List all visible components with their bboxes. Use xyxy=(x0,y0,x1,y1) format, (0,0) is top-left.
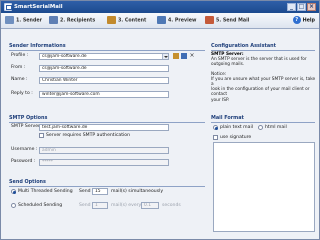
from-label: From : xyxy=(11,65,26,70)
signature-memo[interactable] xyxy=(213,142,315,232)
use-signature-checkbox[interactable] xyxy=(213,135,218,140)
multi-suffix-label: mail(s) simultaneously xyxy=(111,189,164,194)
content-icon xyxy=(107,16,116,24)
step-send-mail[interactable]: 5. Send Mail xyxy=(205,16,249,26)
name-field[interactable]: Christian Winter xyxy=(39,77,169,84)
smtp-auth-label: Server requires SMTP authentication xyxy=(46,133,131,138)
close-button[interactable]: × xyxy=(307,3,316,11)
config-section-title: Configuration Assistant xyxy=(211,43,276,49)
step-sender[interactable]: 1. Sender xyxy=(5,16,42,26)
sched-send-label: Send xyxy=(79,203,91,208)
scheduled-radio[interactable] xyxy=(11,203,16,208)
reply-to-label: Reply to : xyxy=(11,91,33,96)
profile-dropdown[interactable]: cs@jam-software.de xyxy=(39,53,169,60)
send-mail-icon xyxy=(205,16,214,24)
smtp-auth-checkbox[interactable] xyxy=(39,133,44,138)
window-title: SmartSerialMail xyxy=(14,4,63,10)
multi-threaded-radio[interactable] xyxy=(11,189,16,194)
smtp-server-value: test.jam-software.de xyxy=(42,125,88,130)
smtp-server-field[interactable]: test.jam-software.de xyxy=(39,124,169,131)
help-button[interactable]: ? Help xyxy=(292,16,315,27)
profile-label: Profile : xyxy=(11,53,29,58)
save-icon[interactable] xyxy=(181,53,187,59)
folder-icon[interactable] xyxy=(173,53,179,59)
main-window: SmartSerialMail _ □ × 1. Sender 2. Recip… xyxy=(0,0,320,240)
sched-mid-label: mail(s) every xyxy=(111,203,142,208)
config-section-divider xyxy=(211,50,315,51)
html-mail-label: html mail xyxy=(265,125,287,130)
help-icon: ? xyxy=(292,16,301,24)
title-bar: SmartSerialMail _ □ × xyxy=(1,1,319,13)
send-section-divider xyxy=(9,186,205,187)
plain-text-label: plain text mail xyxy=(220,125,254,130)
multi-send-label: Send xyxy=(79,189,91,194)
username-label: Username : xyxy=(11,147,38,152)
mail-format-section-title: Mail Format xyxy=(211,115,244,121)
step-recipients[interactable]: 2. Recipients xyxy=(49,16,95,26)
from-field[interactable]: cs@jam-software.de xyxy=(39,65,169,72)
scheduled-label: Scheduled Sending xyxy=(18,203,63,208)
config-line4: look in the configuration of your mail c… xyxy=(211,87,310,98)
send-section-title: Send Options xyxy=(9,179,46,185)
multi-threaded-label: Multi Threaded Sending xyxy=(18,189,73,194)
chevron-down-icon[interactable] xyxy=(162,54,168,59)
name-label: Name : xyxy=(11,77,28,82)
delete-icon[interactable]: × xyxy=(189,53,195,59)
username-field[interactable]: admin xyxy=(39,147,169,154)
step-content[interactable]: 3. Content xyxy=(107,16,146,26)
mail-format-section-divider xyxy=(211,122,315,123)
reply-to-value: winter@jam-software.com xyxy=(42,92,100,97)
multi-count-spinner[interactable]: 15 xyxy=(92,188,108,195)
config-line5: your ISP. xyxy=(211,97,230,103)
sched-count-value: 1 xyxy=(95,203,98,208)
html-mail-radio[interactable] xyxy=(258,125,263,130)
recipients-icon xyxy=(49,16,58,24)
step-preview[interactable]: 4. Preview xyxy=(157,16,196,26)
sched-interval-value: 0.1 xyxy=(144,203,151,208)
plain-text-radio[interactable] xyxy=(213,125,218,130)
preview-icon xyxy=(157,16,166,24)
profile-value: cs@jam-software.de xyxy=(42,54,87,59)
sched-interval-spinner[interactable]: 0.1 xyxy=(141,202,159,209)
minimize-button[interactable]: _ xyxy=(287,3,296,11)
password-field[interactable]: ***** xyxy=(39,159,169,166)
sender-section-divider xyxy=(9,50,205,51)
password-label: Password : xyxy=(11,159,36,164)
smtp-section-title: SMTP Options xyxy=(9,115,48,121)
wizard-toolbar: 1. Sender 2. Recipients 3. Content 4. Pr… xyxy=(1,13,319,29)
sched-count-spinner[interactable]: 1 xyxy=(92,202,108,209)
username-value: admin xyxy=(42,148,56,153)
multi-count-value: 15 xyxy=(95,189,101,194)
from-value: cs@jam-software.de xyxy=(42,66,87,71)
password-value: ***** xyxy=(42,160,53,165)
app-icon xyxy=(4,3,12,11)
config-help-text: SMTP Server: An SMTP server is the serve… xyxy=(211,52,317,103)
config-line3: If you are unsure what your SMTP server … xyxy=(211,76,316,88)
sched-unit-label: seconds xyxy=(162,203,181,208)
sender-icon xyxy=(5,16,14,24)
use-signature-label: use signature xyxy=(220,135,252,140)
name-value: Christian Winter xyxy=(42,78,78,83)
sender-section-title: Sender Informations xyxy=(9,43,66,49)
maximize-button[interactable]: □ xyxy=(297,3,306,11)
reply-to-field[interactable]: winter@jam-software.com xyxy=(39,91,169,98)
